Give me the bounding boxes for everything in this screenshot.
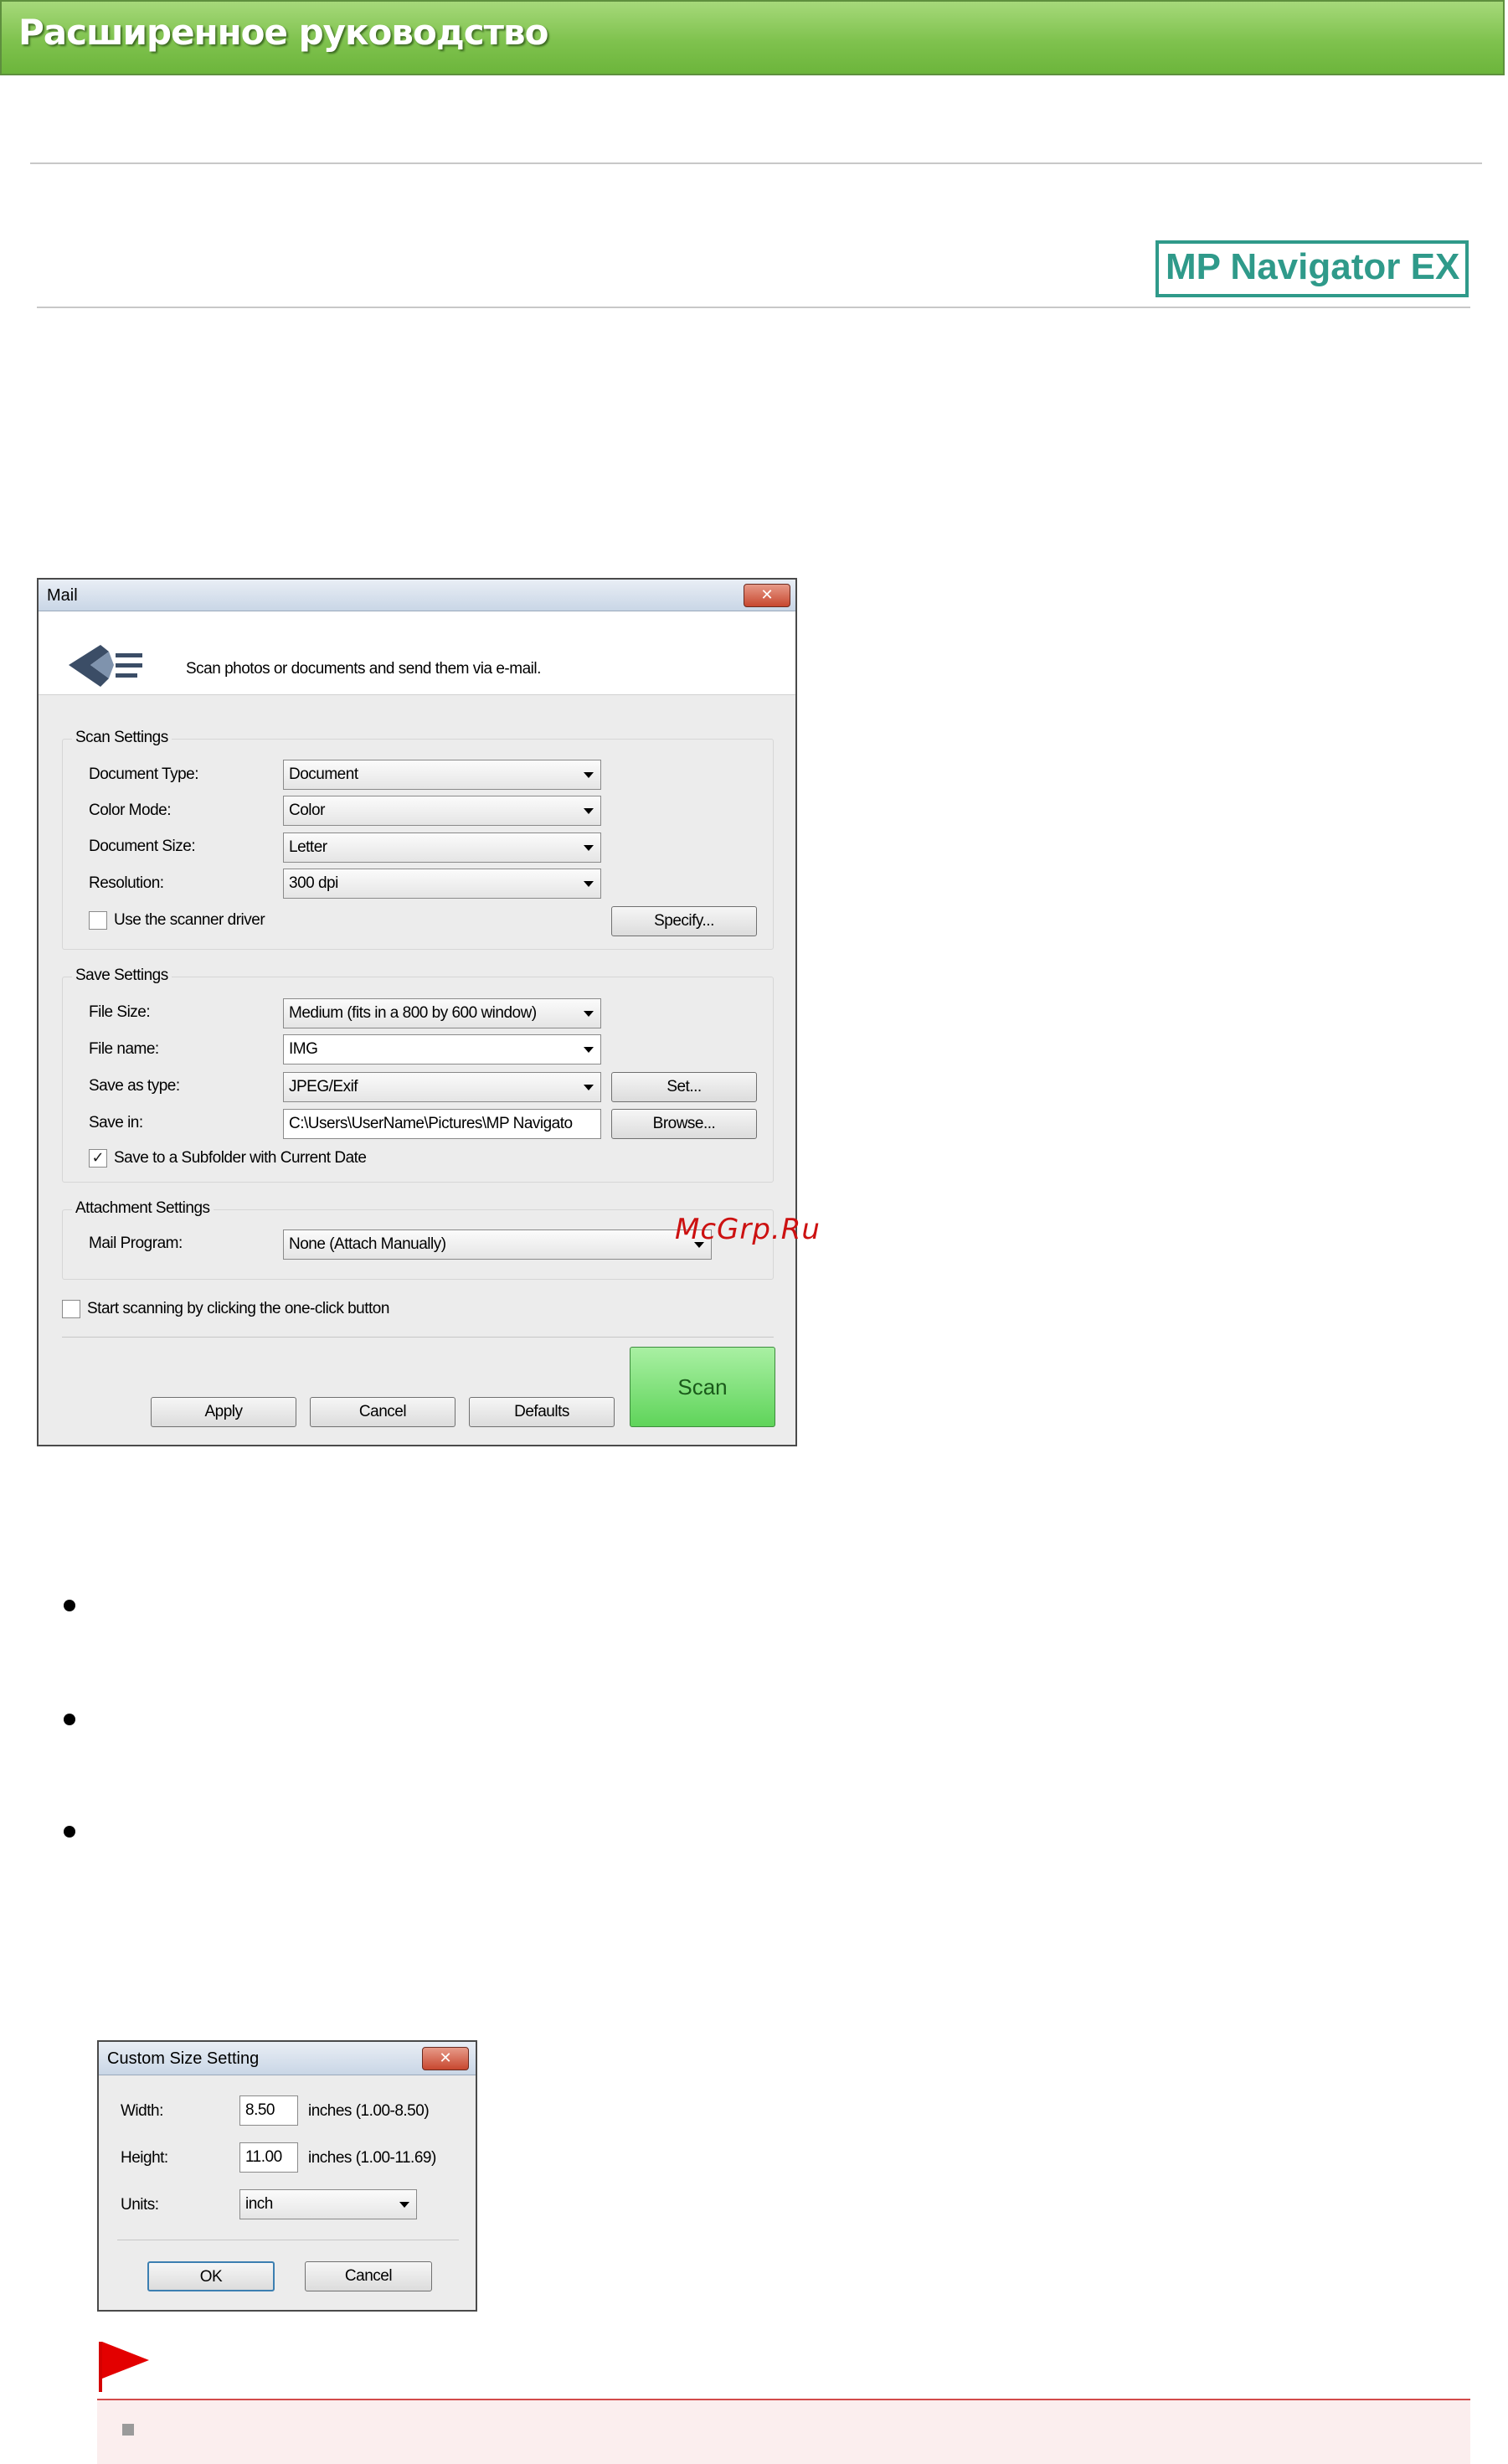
- dropdown-arrow-icon: [584, 1047, 594, 1053]
- resolution-value: 300 dpi: [289, 874, 338, 892]
- dropdown-arrow-icon: [584, 772, 594, 778]
- file-name-value: IMG: [289, 1040, 318, 1058]
- document-type-value: Document: [289, 765, 358, 783]
- bullet-icon: [64, 1600, 75, 1611]
- watermark: McGrp.Ru: [675, 1213, 821, 1246]
- file-name-label: File name:: [89, 1040, 159, 1058]
- one-click-checkbox[interactable]: [62, 1300, 80, 1318]
- color-mode-select[interactable]: Color: [283, 796, 601, 826]
- width-range: inches (1.00-8.50): [308, 2102, 430, 2120]
- save-as-type-value: JPEG/Exif: [289, 1078, 358, 1095]
- defaults-button[interactable]: Defaults: [469, 1397, 615, 1427]
- save-in-field[interactable]: C:\Users\UserName\Pictures\MP Navigato: [283, 1109, 601, 1139]
- mail-dialog: Mail ✕ Scan photos or documents and send…: [37, 578, 797, 1446]
- footer-divider: [62, 1337, 774, 1338]
- dropdown-arrow-icon: [584, 1011, 594, 1017]
- dropdown-arrow-icon: [584, 1085, 594, 1090]
- save-as-type-label: Save as type:: [89, 1077, 180, 1095]
- mail-dialog-title: Mail: [47, 586, 78, 605]
- color-mode-value: Color: [289, 802, 325, 819]
- document-size-value: Letter: [289, 838, 327, 856]
- mail-program-label: Mail Program:: [89, 1235, 183, 1252]
- close-icon[interactable]: ✕: [422, 2047, 469, 2070]
- logo-divider: [37, 307, 1470, 308]
- resolution-label: Resolution:: [89, 874, 164, 892]
- width-input[interactable]: 8.50: [239, 2095, 298, 2126]
- document-type-label: Document Type:: [89, 765, 199, 783]
- apply-button[interactable]: Apply: [151, 1397, 296, 1427]
- color-mode-label: Color Mode:: [89, 802, 172, 819]
- width-label: Width:: [121, 2102, 163, 2120]
- important-note-box: [97, 2399, 1470, 2464]
- product-logo-text: MP Navigator EX: [1166, 246, 1460, 287]
- height-input[interactable]: 11.00: [239, 2142, 298, 2173]
- mail-scan-icon: [69, 645, 142, 687]
- save-in-label: Save in:: [89, 1114, 143, 1131]
- file-size-select[interactable]: Medium (fits in a 800 by 600 window): [283, 998, 601, 1028]
- resolution-select[interactable]: 300 dpi: [283, 869, 601, 899]
- scan-button[interactable]: Scan: [630, 1347, 775, 1427]
- close-icon[interactable]: ✕: [744, 584, 790, 607]
- height-label: Height:: [121, 2149, 168, 2167]
- dropdown-arrow-icon: [584, 881, 594, 887]
- browse-button[interactable]: Browse...: [611, 1109, 757, 1139]
- description-area: [39, 611, 795, 695]
- units-label: Units:: [121, 2196, 159, 2214]
- use-scanner-driver-checkbox[interactable]: [89, 911, 107, 930]
- attachment-settings-heading: Attachment Settings: [72, 1199, 214, 1218]
- important-flag-icon: [99, 2342, 151, 2392]
- mail-program-value: None (Attach Manually): [289, 1235, 446, 1253]
- subfolder-label: Save to a Subfolder with Current Date: [114, 1149, 367, 1167]
- dropdown-arrow-icon: [399, 2202, 409, 2208]
- top-divider: [30, 162, 1482, 164]
- bullet-icon: [64, 1826, 75, 1838]
- dropdown-arrow-icon: [584, 845, 594, 851]
- document-type-select[interactable]: Document: [283, 760, 601, 790]
- units-select[interactable]: inch: [239, 2189, 417, 2219]
- dialog-description: Scan photos or documents and send them v…: [186, 660, 541, 678]
- cancel-button[interactable]: Cancel: [310, 1397, 455, 1427]
- use-scanner-driver-label: Use the scanner driver: [114, 911, 265, 929]
- header-title: Расширенное руководство: [18, 12, 548, 53]
- file-name-combo[interactable]: IMG: [283, 1034, 601, 1064]
- cancel-button[interactable]: Cancel: [305, 2261, 432, 2291]
- custom-size-title: Custom Size Setting: [107, 2049, 260, 2068]
- document-size-select[interactable]: Letter: [283, 833, 601, 863]
- save-as-type-select[interactable]: JPEG/Exif: [283, 1072, 601, 1102]
- mail-program-select[interactable]: None (Attach Manually): [283, 1229, 712, 1260]
- bullet-icon: [64, 1714, 75, 1725]
- set-button[interactable]: Set...: [611, 1072, 757, 1102]
- specify-button[interactable]: Specify...: [611, 906, 757, 936]
- units-value: inch: [245, 2195, 273, 2213]
- file-size-value: Medium (fits in a 800 by 600 window): [289, 1004, 537, 1022]
- document-size-label: Document Size:: [89, 838, 196, 855]
- subfolder-checkbox[interactable]: ✓: [89, 1149, 107, 1168]
- file-size-label: File Size:: [89, 1003, 151, 1021]
- ok-button[interactable]: OK: [147, 2261, 275, 2291]
- scan-settings-heading: Scan Settings: [72, 729, 172, 747]
- note-bullet-icon: [122, 2424, 134, 2436]
- checkbox-icon: ✓: [91, 1149, 105, 1167]
- height-range: inches (1.00-11.69): [308, 2149, 436, 2167]
- save-settings-heading: Save Settings: [72, 967, 172, 985]
- custom-size-dialog: Custom Size Setting ✕ Width: 8.50 inches…: [97, 2040, 477, 2312]
- mail-dialog-titlebar[interactable]: [39, 580, 795, 611]
- dropdown-arrow-icon: [584, 808, 594, 814]
- one-click-label: Start scanning by clicking the one-click…: [87, 1300, 389, 1317]
